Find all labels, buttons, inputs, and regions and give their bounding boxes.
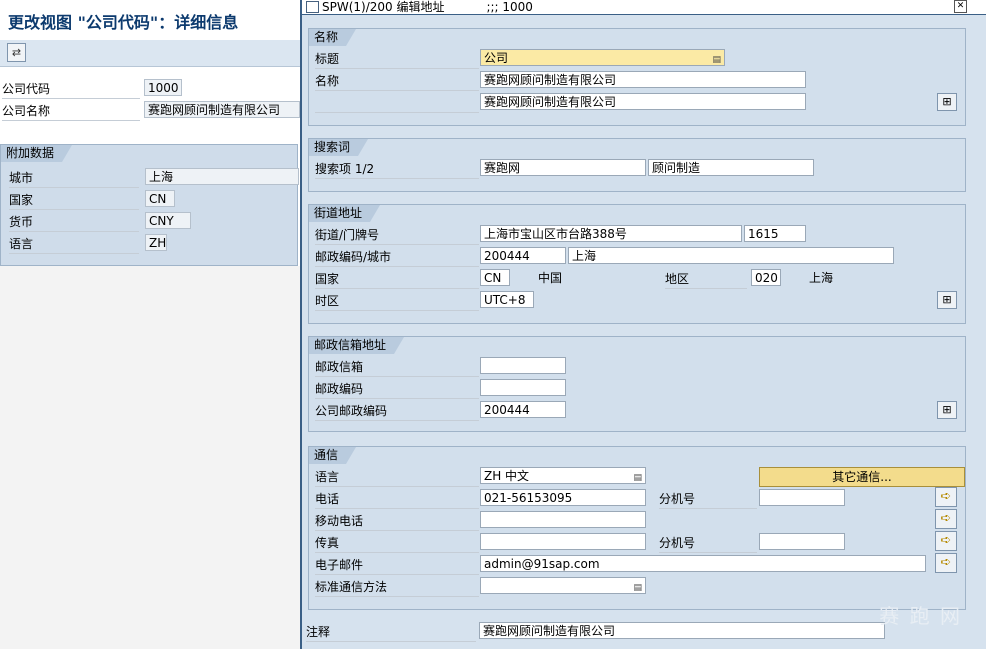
po-box-title: 邮政信箱地址 — [309, 337, 405, 354]
postal-code-field[interactable]: 200444 — [480, 247, 566, 264]
email-details-arrow-icon[interactable]: ➪ — [935, 553, 957, 573]
mobile-details-arrow-icon[interactable]: ➪ — [935, 509, 957, 529]
language-label: 语言 — [9, 235, 139, 254]
country-name: 中国 — [538, 271, 563, 285]
search-terms-label: 搜索项 1/2 — [315, 160, 479, 179]
timezone-field[interactable]: UTC+8 — [480, 291, 534, 308]
fax-ext-field[interactable] — [759, 533, 845, 550]
city-label: 城市 — [9, 169, 139, 188]
region-field[interactable]: 020 — [751, 269, 781, 286]
search-term2-field[interactable]: 顾问制造 — [648, 159, 814, 176]
application-toolbar: ⇄ — [0, 40, 300, 67]
name-label: 名称 — [315, 72, 479, 91]
country-field[interactable]: CN — [145, 190, 175, 207]
timezone-label: 时区 — [315, 292, 479, 311]
street-address-title: 街道地址 — [309, 205, 381, 222]
name-section-title: 名称 — [309, 29, 357, 46]
email-field[interactable]: admin@91sap.com — [480, 555, 926, 572]
expand-name-icon[interactable]: ⊞ — [937, 93, 957, 111]
comm-language-label: 语言 — [315, 468, 479, 487]
value-help-icon[interactable]: ▤ — [633, 580, 642, 593]
fax-label: 传真 — [315, 534, 479, 553]
company-postal-field[interactable]: 200444 — [480, 401, 566, 418]
mobile-field[interactable] — [480, 511, 646, 528]
po-box-field[interactable] — [480, 357, 566, 374]
edit-address-dialog: SPW(1)/200 编辑地址 ;;; 1000 ✕ 名称 标题 公司 ▤ 名称 … — [300, 0, 986, 649]
expand-street-icon[interactable]: ⊞ — [937, 291, 957, 309]
city-field[interactable]: 上海 — [145, 168, 299, 185]
mobile-label: 移动电话 — [315, 512, 479, 531]
remark-field[interactable]: 赛跑网顾问制造有限公司 — [479, 622, 885, 639]
country-label: 国家 — [9, 191, 139, 210]
currency-label: 货币 — [9, 213, 139, 232]
fax-details-arrow-icon[interactable]: ➪ — [935, 531, 957, 551]
street-field[interactable]: 上海市宝山区市台路388号 — [480, 225, 742, 242]
std-comm-field[interactable]: ▤ — [480, 577, 646, 594]
name-section: 名称 标题 公司 ▤ 名称 赛跑网顾问制造有限公司 赛跑网顾问制造有限公司 ⊞ — [308, 28, 966, 126]
street-label: 街道/门牌号 — [315, 226, 479, 245]
postal-city-label: 邮政编码/城市 — [315, 248, 479, 267]
search-term1-field[interactable]: 赛跑网 — [480, 159, 646, 176]
display-change-icon[interactable]: ⇄ — [7, 43, 26, 62]
dialog-title: SPW(1)/200 编辑地址 ;;; 1000 — [322, 0, 533, 14]
screen-title: 更改视图 "公司代码"：详细信息 — [8, 13, 239, 32]
phone-ext-field[interactable] — [759, 489, 845, 506]
screen-title-bar: 更改视图 "公司代码"：详细信息 — [0, 0, 300, 41]
phone-ext-label: 分机号 — [659, 490, 757, 509]
value-help-icon[interactable]: ▤ — [712, 52, 721, 65]
additional-data-group: 附加数据 城市 上海 国家 CN 货币 CNY 语言 ZH — [0, 144, 299, 266]
comm-language-field[interactable]: ZH 中文 ▤ — [480, 467, 646, 484]
email-label: 电子邮件 — [315, 556, 479, 575]
background-empty-area — [0, 266, 300, 649]
communication-title: 通信 — [309, 447, 357, 464]
city-field[interactable]: 上海 — [568, 247, 894, 264]
language-field[interactable]: ZH — [145, 234, 167, 251]
po-box-label: 邮政信箱 — [315, 358, 479, 377]
name2-field[interactable]: 赛跑网顾问制造有限公司 — [480, 93, 806, 110]
additional-data-title: 附加数据 — [1, 145, 73, 162]
phone-label: 电话 — [315, 490, 479, 509]
value-help-icon[interactable]: ▤ — [633, 470, 642, 483]
fax-ext-label: 分机号 — [659, 534, 757, 553]
region-name: 上海 — [809, 271, 834, 285]
expand-pobox-icon[interactable]: ⊞ — [937, 401, 957, 419]
other-communication-button[interactable]: 其它通信... — [759, 467, 965, 487]
communication-section: 通信 语言 ZH 中文 ▤ 其它通信... 电话 021-56153095 分机号… — [308, 446, 966, 610]
search-terms-title: 搜索词 — [309, 139, 369, 156]
remark-label: 注释 — [306, 623, 476, 642]
company-name-label: 公司名称 — [2, 102, 140, 121]
country-label: 国家 — [315, 270, 479, 289]
company-code-label: 公司代码 — [2, 80, 140, 99]
country-field[interactable]: CN — [480, 269, 510, 286]
fax-field[interactable] — [480, 533, 646, 550]
name1-field[interactable]: 赛跑网顾问制造有限公司 — [480, 71, 806, 88]
dialog-window-icon — [306, 1, 319, 13]
phone-details-arrow-icon[interactable]: ➪ — [935, 487, 957, 507]
po-box-section: 邮政信箱地址 邮政信箱 邮政编码 公司邮政编码 200444 ⊞ — [308, 336, 966, 432]
house-number-field[interactable]: 1615 — [744, 225, 806, 242]
company-code-field[interactable]: 1000 — [144, 79, 182, 96]
close-icon[interactable]: ✕ — [954, 0, 967, 13]
po-box-postal-label: 邮政编码 — [315, 380, 479, 399]
search-terms-section: 搜索词 搜索项 1/2 赛跑网 顾问制造 — [308, 138, 966, 192]
salutation-label: 标题 — [315, 50, 479, 69]
company-postal-label: 公司邮政编码 — [315, 402, 479, 421]
phone-field[interactable]: 021-56153095 — [480, 489, 646, 506]
street-address-section: 街道地址 街道/门牌号 上海市宝山区市台路388号 1615 邮政编码/城市 2… — [308, 204, 966, 324]
company-name-field[interactable]: 赛跑网顾问制造有限公司 — [144, 101, 300, 118]
salutation-field[interactable]: 公司 ▤ — [480, 49, 725, 66]
dialog-title-bar: SPW(1)/200 编辑地址 ;;; 1000 ✕ — [302, 0, 986, 15]
region-label: 地区 — [665, 270, 747, 289]
std-comm-label: 标准通信方法 — [315, 578, 479, 597]
po-box-postal-field[interactable] — [480, 379, 566, 396]
name2-label-line — [315, 94, 479, 113]
currency-field[interactable]: CNY — [145, 212, 191, 229]
watermark-logo: 赛 跑 网 — [879, 604, 962, 628]
